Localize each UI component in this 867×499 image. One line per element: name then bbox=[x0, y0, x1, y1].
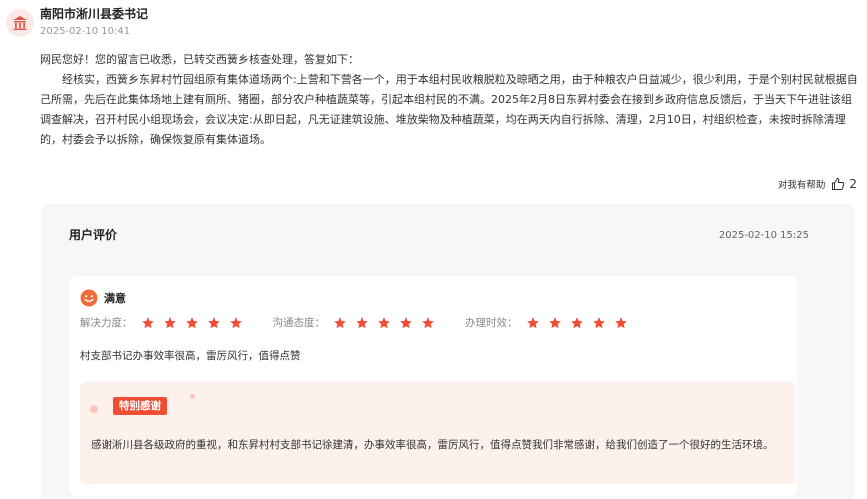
decor-dot bbox=[190, 394, 195, 399]
star-icon bbox=[334, 316, 346, 328]
special-thanks-box: 特别感谢 感谢淅川县各级政府的重视，和东昇村村支部书记徐建清，办事效率很高，雷厉… bbox=[80, 382, 796, 484]
reply-header: 南阳市淅川县委书记 2025-02-10 10:41 bbox=[6, 6, 148, 39]
review-time: 2025-02-10 15:25 bbox=[718, 230, 809, 241]
rating-label: 办理时效： bbox=[465, 317, 518, 329]
star-icon bbox=[163, 316, 176, 328]
star-icon bbox=[356, 316, 368, 328]
star-icon bbox=[185, 316, 198, 328]
rating-resolution: 解决力度： bbox=[80, 315, 251, 330]
review-card: 满意 解决力度： 沟通态度： 办理时效： 村支部书记办事效率很高，雷厉风行，值得… bbox=[69, 276, 797, 496]
rating-label: 沟通态度： bbox=[272, 317, 326, 329]
review-panel: 用户评价 2025-02-10 15:25 满意 解决力度： 沟通态度： 办理时… bbox=[41, 204, 854, 499]
star-rating bbox=[526, 316, 636, 330]
decor-dot bbox=[90, 405, 98, 413]
star-rating bbox=[333, 316, 443, 330]
star-icon bbox=[592, 316, 605, 328]
rating-communication: 沟通态度： bbox=[273, 315, 444, 330]
org-name: 南阳市淅川县委书记 bbox=[40, 7, 149, 21]
star-icon bbox=[229, 316, 242, 328]
reply-content: 网民您好！您的留言已收悉，已转交西簧乡核查处理，答复如下： 经核实，西簧乡东昇村… bbox=[40, 50, 860, 150]
rating-timeliness: 办理时效： bbox=[465, 315, 636, 330]
helpful-label: 对我有帮助 bbox=[777, 180, 826, 191]
star-icon bbox=[614, 316, 627, 328]
helpful-button[interactable]: 对我有帮助 2 bbox=[778, 177, 857, 191]
special-thanks-text: 感谢淅川县各级政府的重视，和东昇村村支部书记徐建清，办事效率很高，雷厉风行，值得… bbox=[91, 439, 774, 451]
reply-body: 经核实，西簧乡东昇村竹园组原有集体道场两个:上营和下营各一个，用于本组村民收粮脱… bbox=[40, 73, 858, 146]
star-icon bbox=[400, 316, 412, 328]
thumbs-up-icon[interactable] bbox=[831, 177, 845, 191]
review-comment: 村支部书记办事效率很高，雷厉风行，值得点赞 bbox=[80, 350, 301, 362]
star-icon bbox=[141, 316, 154, 328]
ratings-row: 解决力度： 沟通态度： 办理时效： bbox=[80, 315, 658, 330]
smiley-face-icon bbox=[80, 289, 98, 307]
special-thanks-tag: 特别感谢 bbox=[113, 397, 167, 415]
star-icon bbox=[422, 316, 434, 328]
reply-greeting: 网民您好！您的留言已收悉，已转交西簧乡核查处理，答复如下： bbox=[40, 53, 359, 66]
star-icon bbox=[548, 316, 561, 328]
review-title: 用户评价 bbox=[69, 228, 118, 242]
rating-label: 解决力度： bbox=[80, 317, 133, 329]
building-icon bbox=[6, 8, 34, 37]
satisfaction-row: 满意 bbox=[80, 289, 126, 307]
satisfaction-label: 满意 bbox=[104, 292, 126, 305]
star-icon bbox=[526, 316, 539, 328]
star-rating bbox=[141, 316, 251, 330]
star-icon bbox=[378, 316, 390, 328]
helpful-count: 2 bbox=[849, 177, 857, 191]
star-icon bbox=[207, 316, 220, 328]
reply-time: 2025-02-10 10:41 bbox=[40, 26, 131, 37]
star-icon bbox=[570, 316, 583, 328]
